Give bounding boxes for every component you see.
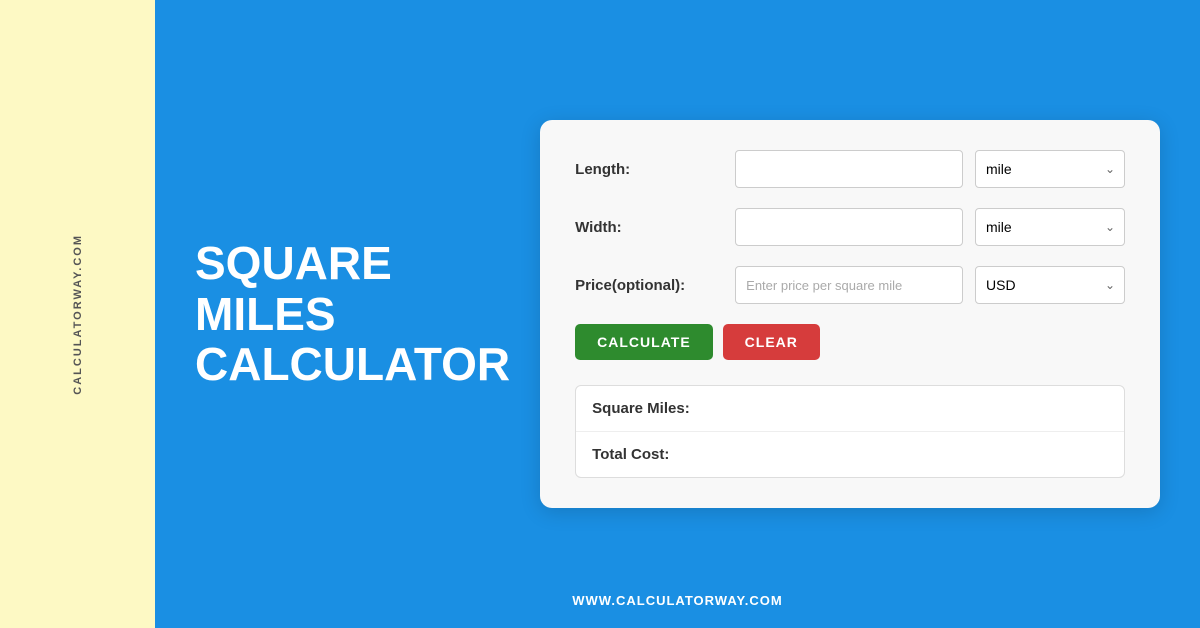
title-section: SQUARE MILES CALCULATOR bbox=[195, 238, 540, 390]
calculate-button[interactable]: CALCULATE bbox=[575, 324, 713, 360]
title-line2: CALCULATOR bbox=[195, 338, 510, 390]
width-unit-select[interactable]: mile km yard feet inch meter cm bbox=[975, 208, 1125, 246]
buttons-row: CALCULATE CLEAR bbox=[575, 324, 1125, 360]
main-area: SQUARE MILES CALCULATOR Length: mile km … bbox=[155, 0, 1200, 628]
title-line1: SQUARE MILES bbox=[195, 237, 392, 340]
price-currency-select[interactable]: USD EUR GBP JPY bbox=[975, 266, 1125, 304]
calculator-panel: Length: mile km yard feet inch meter cm … bbox=[540, 120, 1160, 508]
main-title: SQUARE MILES CALCULATOR bbox=[195, 238, 510, 390]
results-section: Square Miles: Total Cost: bbox=[575, 385, 1125, 478]
width-input[interactable] bbox=[735, 208, 963, 246]
footer-text: WWW.CALCULATORWAY.COM bbox=[155, 593, 1200, 608]
length-row: Length: mile km yard feet inch meter cm … bbox=[575, 150, 1125, 188]
price-input[interactable] bbox=[735, 266, 963, 304]
price-currency-wrapper: USD EUR GBP JPY ⌄ bbox=[975, 266, 1125, 304]
length-input[interactable] bbox=[735, 150, 963, 188]
width-row: Width: mile km yard feet inch meter cm ⌄ bbox=[575, 208, 1125, 246]
length-unit-wrapper: mile km yard feet inch meter cm ⌄ bbox=[975, 150, 1125, 188]
total-cost-result-label: Total Cost: bbox=[592, 446, 752, 463]
width-label: Width: bbox=[575, 219, 735, 236]
length-unit-select[interactable]: mile km yard feet inch meter cm bbox=[975, 150, 1125, 188]
total-cost-result-row: Total Cost: bbox=[576, 432, 1124, 477]
price-row: Price(optional): USD EUR GBP JPY ⌄ bbox=[575, 266, 1125, 304]
yellow-sidebar: CALCULATORWAY.COM bbox=[0, 0, 155, 628]
price-label: Price(optional): bbox=[575, 277, 735, 294]
square-miles-result-label: Square Miles: bbox=[592, 400, 752, 417]
width-unit-wrapper: mile km yard feet inch meter cm ⌄ bbox=[975, 208, 1125, 246]
sidebar-text: CALCULATORWAY.COM bbox=[72, 234, 84, 395]
length-label: Length: bbox=[575, 161, 735, 178]
clear-button[interactable]: CLEAR bbox=[723, 324, 820, 360]
square-miles-result-row: Square Miles: bbox=[576, 386, 1124, 432]
